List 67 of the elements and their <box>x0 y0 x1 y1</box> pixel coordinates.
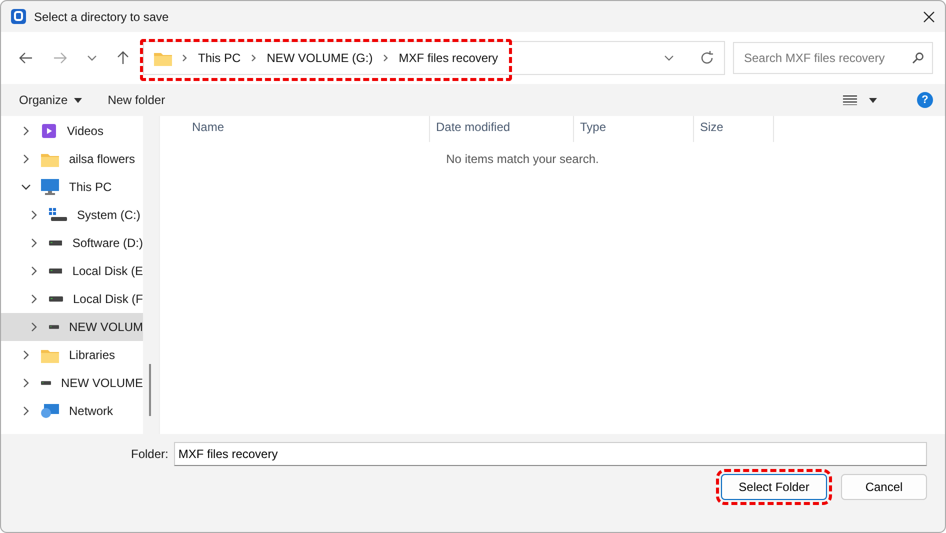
cancel-button[interactable]: Cancel <box>841 474 927 500</box>
new-folder-button[interactable]: New folder <box>108 93 166 107</box>
search-icon[interactable] <box>912 52 924 64</box>
window-title: Select a directory to save <box>34 10 170 24</box>
drive-icon <box>49 268 62 274</box>
up-arrow-icon <box>117 51 129 65</box>
search-box[interactable]: Search MXF files recovery <box>733 42 933 74</box>
column-header[interactable]: Name <box>160 116 430 142</box>
expand-chevron-icon[interactable] <box>29 294 39 304</box>
tree-item[interactable]: NEW VOLUME <box>1 369 143 397</box>
expand-chevron-icon[interactable] <box>29 238 39 248</box>
folder-label: Folder: <box>131 447 168 461</box>
tree-item[interactable]: Network <box>1 397 143 425</box>
chevron-icon <box>182 54 188 62</box>
tree-item[interactable]: Videos <box>1 117 143 145</box>
drive-icon <box>49 296 63 302</box>
drive-icon <box>41 380 51 386</box>
drive-icon <box>49 324 59 330</box>
expand-chevron-icon[interactable] <box>29 322 39 332</box>
expand-chevron-icon[interactable] <box>29 210 39 220</box>
tree-item[interactable]: This PC <box>1 173 143 201</box>
organize-button[interactable]: Organize <box>19 93 82 107</box>
tree-item[interactable]: System (C:) <box>1 201 143 229</box>
folder-field[interactable]: MXF files recovery <box>174 442 927 466</box>
tree-item[interactable]: ailsa flowers <box>1 145 143 173</box>
caret-icon <box>74 98 82 102</box>
right-arrow-icon <box>53 52 67 64</box>
network-icon <box>41 404 59 418</box>
tree-item[interactable]: Libraries <box>1 341 143 369</box>
column-header[interactable]: Type <box>574 116 694 142</box>
column-header[interactable]: Size <box>694 116 774 142</box>
chevron-icon <box>382 54 389 62</box>
breadcrumb[interactable]: This PC <box>198 51 241 65</box>
folder-icon <box>41 152 59 166</box>
chevron-down-icon <box>87 53 97 63</box>
expand-chevron-icon[interactable] <box>21 154 31 164</box>
app-logo-icon <box>11 9 26 24</box>
close-icon[interactable] <box>923 10 935 22</box>
tree-item[interactable]: Software (D:) <box>1 229 143 257</box>
breadcrumb[interactable]: MXF files recovery <box>398 51 498 65</box>
view-options-button[interactable] <box>843 95 877 105</box>
folder-icon <box>41 348 59 362</box>
expand-chevron-icon[interactable] <box>21 126 31 136</box>
expand-chevron-icon[interactable] <box>21 378 31 388</box>
drive-icon <box>49 208 67 222</box>
video-icon <box>41 123 57 139</box>
tree-item[interactable]: Local Disk (F <box>1 285 143 313</box>
chevron-icon <box>250 54 257 62</box>
help-button[interactable]: ? <box>917 92 933 108</box>
breadcrumb[interactable]: NEW VOLUME (G:) <box>266 51 373 65</box>
monitor-icon <box>41 179 59 195</box>
scrollbar-thumb[interactable] <box>149 364 151 416</box>
refresh-icon[interactable] <box>700 51 714 65</box>
expand-chevron-icon[interactable] <box>21 406 31 416</box>
collapse-chevron-icon[interactable] <box>21 182 31 192</box>
empty-message: No items match your search. <box>445 152 600 166</box>
left-arrow-icon <box>19 52 33 64</box>
column-header[interactable]: Date modified <box>430 116 574 142</box>
folder-icon <box>154 50 172 66</box>
dropdown-chevron-icon[interactable] <box>664 53 674 63</box>
tree-item[interactable]: NEW VOLUM <box>1 313 143 341</box>
tree-item[interactable]: Local Disk (E <box>1 257 143 285</box>
list-view-icon <box>843 95 857 105</box>
expand-chevron-icon[interactable] <box>21 350 31 360</box>
expand-chevron-icon[interactable] <box>29 266 39 276</box>
drive-icon <box>49 240 62 246</box>
caret-icon <box>869 98 877 102</box>
